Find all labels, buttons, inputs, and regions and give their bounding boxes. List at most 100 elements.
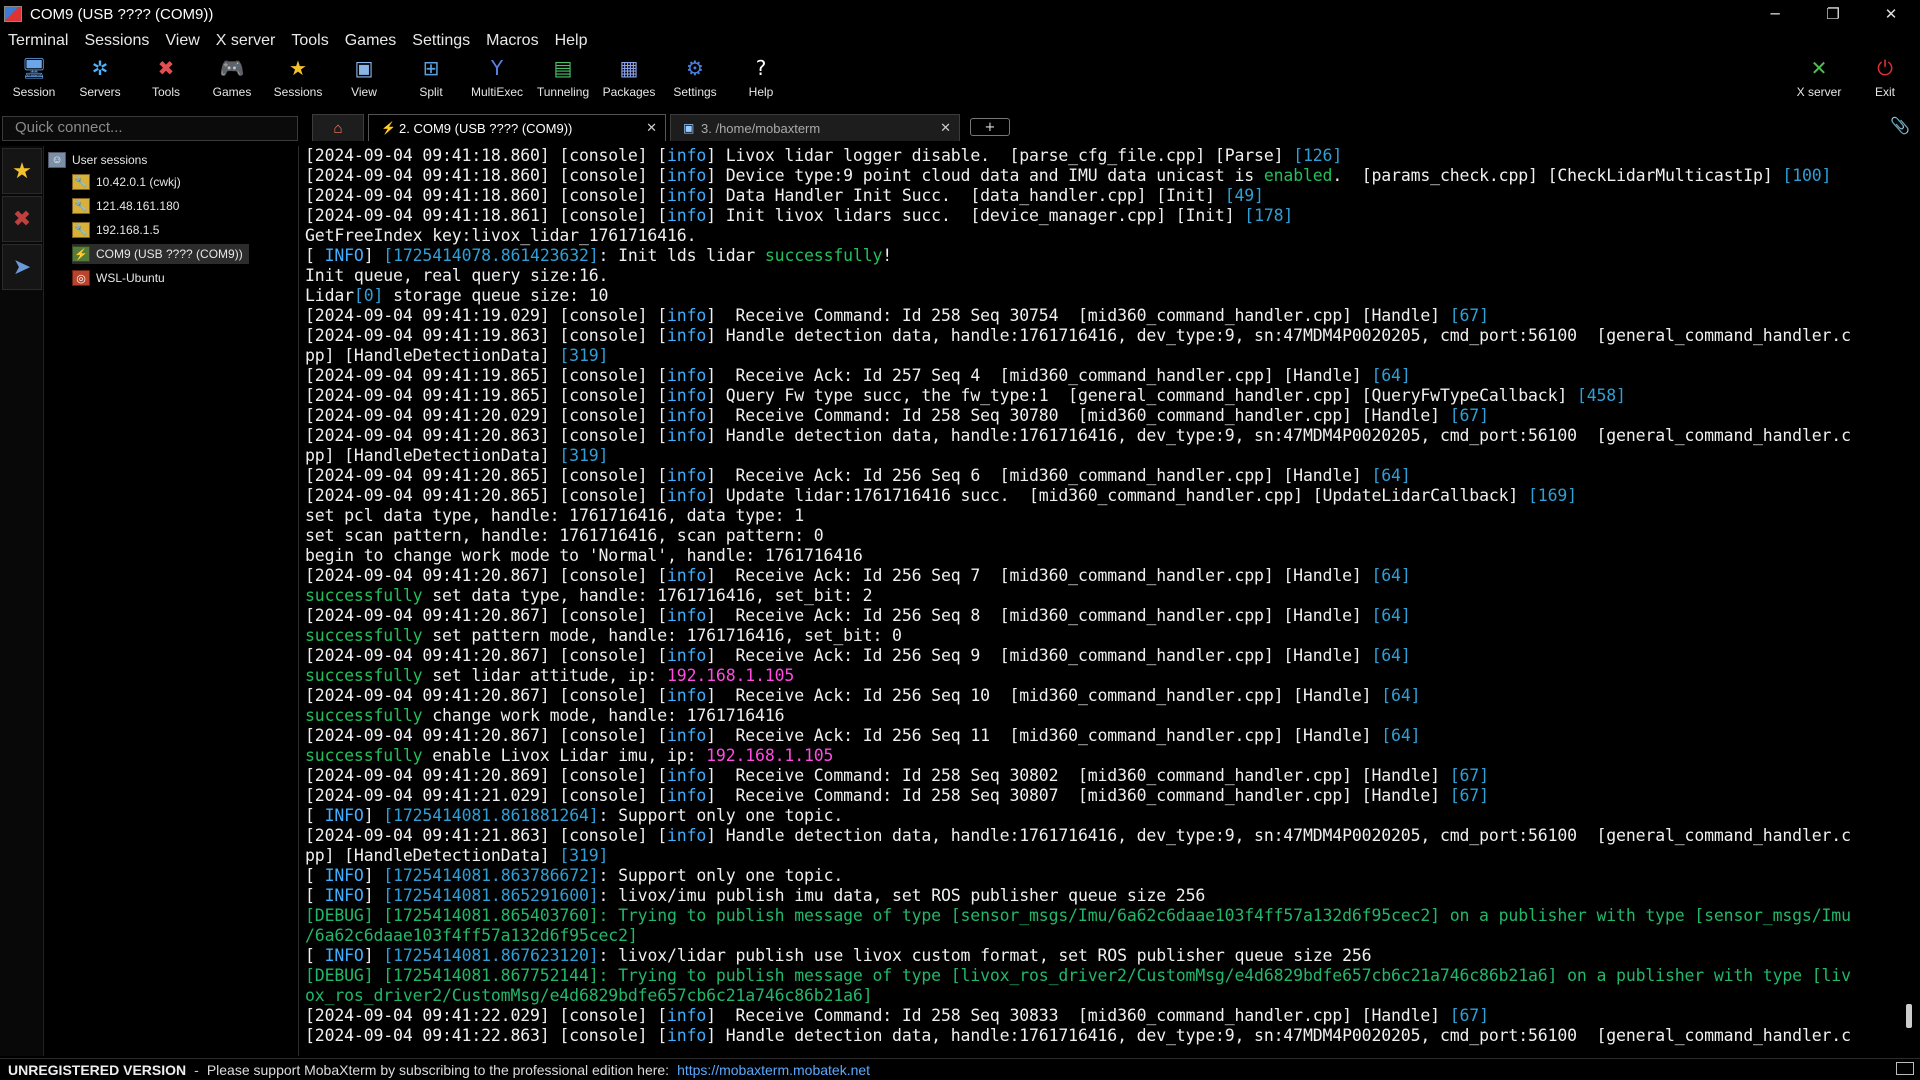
terminal-text-segment: ] Receive Command: Id 258 Seq 30802 [mid… [706,766,1450,785]
terminal-text-segment: [1725414081.861881264] [383,806,599,825]
terminal-text-segment: ] [363,886,384,905]
tab-home-mobaxterm[interactable]: ▣ 3. /home/mobaxterm ✕ [670,114,960,141]
tools-icon[interactable]: ✖ [2,196,42,242]
side-rail: ★ ✖ ➤ [0,146,44,1056]
terminal-text-segment: ] [363,946,384,965]
terminal-text-segment: successfully [305,706,423,725]
home-tab[interactable]: ⌂ [312,114,364,141]
terminal-text-segment: ] Handle detection data, handle:17617164… [706,1026,1851,1045]
menu-tools[interactable]: Tools [283,32,336,50]
tools-toolbar-button[interactable]: ✖ Tools [133,56,199,108]
terminal-text-segment: . [params_check.cpp] [CheckLidarMulticas… [1332,166,1783,185]
terminal-text-segment: [2024-09-04 09:41:20.867] [console] [ [305,726,668,745]
tab-close-icon[interactable]: ✕ [940,120,951,136]
split-toolbar-button[interactable]: ⊞ Split [398,56,464,108]
minimize-button[interactable]: ─ [1746,0,1804,28]
close-button[interactable]: ✕ [1862,0,1920,28]
exit-toolbar-button[interactable]: ⏻ Exit [1852,56,1918,108]
menu-games[interactable]: Games [337,32,405,50]
menu-help[interactable]: Help [547,32,596,50]
terminal-text-segment: info [667,366,707,385]
terminal-line: [2024-09-04 09:41:20.867] [console] [inf… [305,646,1905,666]
terminal-line: GetFreeIndex key:livox_lidar_1761716416. [305,226,1905,246]
terminal-text-segment: [64] [1371,366,1411,385]
restore-button[interactable]: ❐ [1804,0,1862,28]
terminal-line: successfully set pattern mode, handle: 1… [305,626,1905,646]
menu-settings[interactable]: Settings [404,32,478,50]
menu-x-server[interactable]: X server [208,32,284,50]
terminal-text-segment: pp] [HandleDetectionData] [305,846,560,865]
terminal-line: successfully set lidar attitude, ip: 192… [305,666,1905,686]
terminal-text-segment: [64] [1371,566,1411,585]
session-item[interactable]: 🔧 121.48.161.180 [72,196,179,216]
terminal-text-segment: pp] [HandleDetectionData] [305,346,560,365]
help-toolbar-button[interactable]: ? Help [728,56,794,108]
terminal-text-segment: ] Handle detection data, handle:17617164… [706,826,1851,845]
terminal-line: successfully enable Livox Lidar imu, ip:… [305,746,1905,766]
sessions-root[interactable]: ☺ User sessions [48,150,147,170]
terminal-line: /6a62c6daae103f4ff57a132d6f95cec2] [305,926,1905,946]
terminal-text-segment: [1725414078.861423632] [383,246,599,265]
menu-sessions[interactable]: Sessions [76,32,157,50]
quick-connect-input[interactable]: Quick connect... [2,116,298,141]
toolbar-button-label: Games [212,85,252,99]
terminal-line: [ INFO] [1725414081.861881264]: Support … [305,806,1905,826]
terminal-line: [ INFO] [1725414081.865291600]: livox/im… [305,886,1905,906]
terminal-text-segment: [2024-09-04 09:41:20.867] [console] [ [305,566,668,585]
session-item[interactable]: ◎ WSL-Ubuntu [72,268,165,288]
terminal-scrollbar[interactable] [1906,1004,1912,1028]
view-toolbar-button[interactable]: ▣ View [331,56,397,108]
session-item[interactable]: 🔧 192.168.1.5 [72,220,159,240]
terminal-text-segment: INFO [324,806,364,825]
toolbar-button-label: Packages [602,85,656,99]
packages-toolbar-button[interactable]: ▦ Packages [596,56,662,108]
terminal-text-segment: [319] [559,446,609,465]
terminal-text-segment: ] Receive Command: Id 258 Seq 30780 [mid… [706,406,1450,425]
terminal-text-segment: [169] [1528,486,1577,505]
terminal-text-segment: [2024-09-04 09:41:19.865] [console] [ [305,366,668,385]
tab-com9[interactable]: ⚡ 2. COM9 (USB ???? (COM9)) ✕ [368,114,666,141]
session-item[interactable]: 🔧 10.42.0.1 (cwkj) [72,172,181,192]
session-item-selected[interactable]: ⚡ COM9 (USB ???? (COM9)) [72,244,249,264]
menu-macros[interactable]: Macros [478,32,546,50]
toolbar-button-label: Help [748,85,774,99]
tab-close-icon[interactable]: ✕ [646,120,657,136]
settings-icon: ⚙ [686,56,704,80]
x-server-toolbar-button[interactable]: ✕ X server [1786,56,1852,108]
send-icon[interactable]: ➤ [2,244,42,290]
terminal-output[interactable]: [2024-09-04 09:41:18.860] [console] [ inf… [305,146,1905,1050]
terminal-text-segment: info [667,646,707,665]
games-toolbar-button[interactable]: 🎮 Games [199,56,265,108]
terminal-text-segment: info [667,386,707,405]
terminal-text-segment: [2024-09-04 09:41:18.860] [console] [ [305,186,668,205]
star-icon[interactable]: ★ [2,148,42,194]
terminal-line: [2024-09-04 09:41:18.860] [console] [inf… [305,186,1905,206]
terminal-text-segment: ] Handle detection data, handle:17617164… [706,426,1851,445]
terminal-text-segment: 192.168.1.105 [706,746,834,765]
sessions-toolbar-button[interactable]: ★ Sessions [265,56,331,108]
session-toolbar-button[interactable]: 🖥 Session [1,56,67,108]
new-tab-button[interactable]: + [970,118,1010,136]
terminal-text-segment: INFO [324,866,364,885]
multiexec-icon: Y [490,56,504,80]
terminal-text-segment: [1725414081.865291600] [383,886,599,905]
terminal-text-segment: [100] [1782,166,1832,185]
servers-toolbar-button[interactable]: ✲ Servers [67,56,133,108]
menu-view[interactable]: View [157,32,207,50]
multiexec-toolbar-button[interactable]: Y MultiExec [464,56,530,108]
paperclip-icon[interactable]: 📎 [1890,116,1910,135]
terminal-text-segment: [67] [1449,306,1489,325]
terminal-text-segment: : Support only one topic. [598,806,844,825]
menu-terminal[interactable]: Terminal [0,32,76,50]
terminal-text-segment: ] [363,246,384,265]
terminal-text-segment: [2024-09-04 09:41:20.867] [console] [ [305,686,668,705]
tunneling-toolbar-button[interactable]: ▤ Tunneling [530,56,596,108]
toolbar-button-label: View [351,85,377,99]
packages-icon: ▦ [619,56,639,80]
tunneling-icon: ▤ [553,56,573,80]
terminal-text-segment: [2024-09-04 09:41:21.029] [console] [ [305,786,668,805]
settings-toolbar-button[interactable]: ⚙ Settings [662,56,728,108]
terminal-text-segment: successfully [305,746,423,765]
terminal-text-segment: [ [305,886,325,905]
mobatek-link[interactable]: https://mobaxterm.mobatek.net [677,1062,870,1078]
